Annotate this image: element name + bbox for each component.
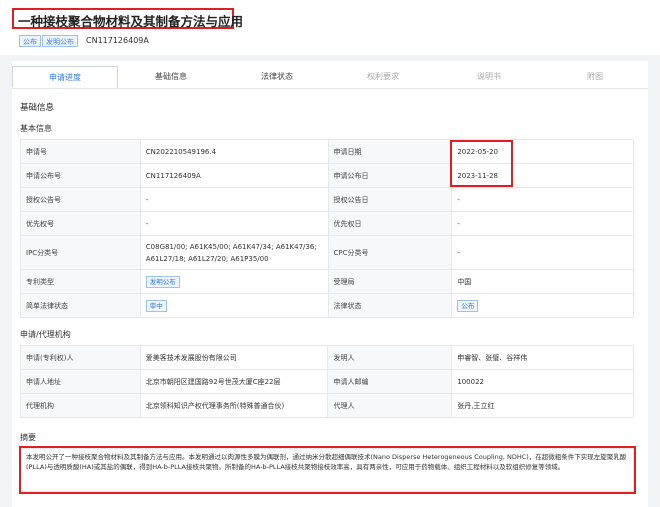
table-row: 优先权号 - 优先权日 -: [20, 211, 634, 236]
tab-description[interactable]: 说明书: [436, 66, 542, 88]
tab-basic-info[interactable]: 基础信息: [118, 66, 224, 88]
value-ipc: C08G81/00; A61K45/00; A61K47/34; A61K47/…: [139, 235, 329, 270]
label-agency: 代理机构: [20, 393, 141, 418]
label-grant-number: 授权公告号: [20, 187, 141, 212]
label-postcode: 申请人邮编: [327, 369, 453, 394]
tab-application-progress[interactable]: 申请进度: [12, 66, 118, 88]
label-legal-status: 法律状态: [327, 293, 453, 318]
page-title: 一种接枝聚合物材料及其制备方法与应用: [18, 14, 244, 29]
table-row: IPC分类号 C08G81/00; A61K45/00; A61K47/34; …: [20, 235, 634, 270]
value-patent-type-cell: 发明公布: [139, 269, 329, 294]
table-row: 申请(专利权)人 爱美客技术发展股份有限公司 发明人 申睿智、张璧、谷祥伟: [20, 345, 634, 370]
table-row: 代理机构 北京领科知识产权代理事务所(特殊普通合伙) 代理人 张丹,王立红: [20, 393, 634, 418]
value-agent: 张丹,王立红: [451, 393, 634, 418]
abstract-text: 本发明公开了一种接枝聚合物材料及其制备方法与应用。本发明通过以肉源性多膜为偶联剂…: [20, 448, 634, 492]
value-publication-number: CN117126409A: [139, 163, 329, 188]
tab-drawings[interactable]: 附图: [542, 66, 648, 88]
applicant-table: 申请(专利权)人 爱美客技术发展股份有限公司 发明人 申睿智、张璧、谷祥伟 申请…: [20, 345, 634, 418]
table-row: 申请号 CN202210549196.4 申请日期 2022-05-20: [20, 139, 634, 164]
patent-type-badge: 发明公布: [145, 275, 180, 288]
value-applicant-address: 北京市朝阳区建国路92号世茂大厦C座22层: [139, 369, 329, 394]
value-application-number: CN202210549196.4: [139, 139, 329, 164]
value-cpc: -: [451, 235, 634, 270]
agency-link[interactable]: 北京领科知识产权代理事务所(特殊普通合伙): [139, 393, 329, 418]
label-inventor: 发明人: [327, 345, 453, 370]
tab-legal-status[interactable]: 法律状态: [224, 66, 330, 88]
label-publication-number: 申请公布号: [20, 163, 141, 188]
value-publication-date: 2023-11-28: [451, 163, 634, 188]
value-grant-number: -: [139, 187, 329, 212]
label-applicant-address: 申请人地址: [20, 369, 141, 394]
value-legal-status-cell: 公布: [451, 293, 634, 318]
section-title-applicant: 申请/代理机构: [20, 330, 71, 339]
label-cpc: CPC分类号: [327, 235, 453, 270]
label-application-number: 申请号: [20, 139, 141, 164]
label-publication-date: 申请公布日: [327, 163, 453, 188]
table-row: 授权公告号 - 授权公告日 -: [20, 187, 634, 212]
label-priority-date: 优先权日: [327, 211, 453, 236]
simple-legal-status-badge: 审中: [145, 299, 167, 312]
label-grant-date: 授权公告日: [327, 187, 453, 212]
legal-status-badge: 公布: [457, 299, 479, 312]
tab-bar: 申请进度 基础信息 法律状态 权利要求 说明书 附图: [12, 66, 648, 89]
value-office: 中国: [451, 269, 634, 294]
subsection-title-basic: 基本信息: [20, 124, 52, 133]
table-row: 申请公布号 CN117126409A 申请公布日 2023-11-28: [20, 163, 634, 188]
value-simple-legal-status-cell: 审中: [139, 293, 329, 318]
label-simple-legal-status: 简单法律状态: [20, 293, 141, 318]
label-patent-type: 专利类型: [20, 269, 141, 294]
label-ipc: IPC分类号: [20, 235, 141, 270]
value-priority-number: -: [139, 211, 329, 236]
basic-info-table: 申请号 CN202210549196.4 申请日期 2022-05-20 申请公…: [20, 139, 634, 318]
value-inventor: 申睿智、张璧、谷祥伟: [451, 345, 634, 370]
tab-claims[interactable]: 权利要求: [330, 66, 436, 88]
label-priority-number: 优先权号: [20, 211, 141, 236]
status-tag-invention-published: 发明公布: [42, 35, 78, 47]
section-title-abstract: 摘要: [20, 433, 36, 442]
label-applicant: 申请(专利权)人: [20, 345, 141, 370]
value-postcode: 100022: [451, 369, 634, 394]
label-agent: 代理人: [327, 393, 453, 418]
table-row: 简单法律状态 审中 法律状态 公布: [20, 293, 634, 318]
value-grant-date: -: [451, 187, 634, 212]
label-application-date: 申请日期: [327, 139, 453, 164]
publication-number: CN117126409A: [86, 36, 149, 45]
label-office: 受理局: [327, 269, 453, 294]
value-priority-date: -: [451, 211, 634, 236]
value-application-date: 2022-05-20: [451, 139, 634, 164]
section-title-basic-info: 基础信息: [20, 103, 55, 113]
applicant-link[interactable]: 爱美客技术发展股份有限公司: [139, 345, 329, 370]
status-tag-published: 公布: [19, 35, 41, 47]
table-row: 申请人地址 北京市朝阳区建国路92号世茂大厦C座22层 申请人邮编 100022: [20, 369, 634, 394]
table-row: 专利类型 发明公布 受理局 中国: [20, 269, 634, 294]
